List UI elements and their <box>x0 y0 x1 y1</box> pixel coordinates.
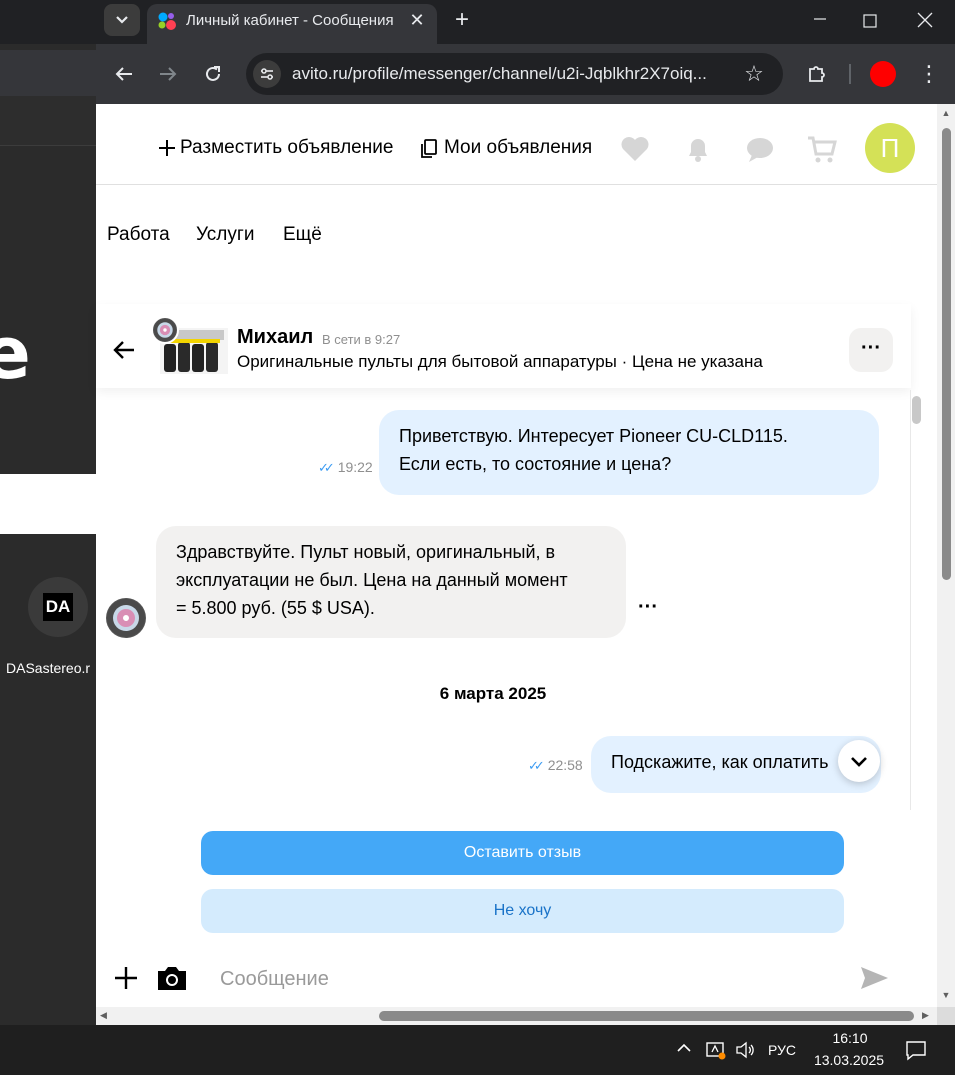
message-text-line: Приветствую. Интересует Pioneer CU-CLD11… <box>399 426 788 446</box>
chat-scrollbar[interactable] <box>912 396 921 424</box>
profile-avatar[interactable] <box>870 61 896 87</box>
category-more[interactable]: Ещё <box>283 224 322 246</box>
message-input[interactable] <box>210 958 840 1000</box>
copy-icon <box>421 139 437 158</box>
page-scrollbar-thumb[interactable] <box>942 128 951 580</box>
message-text-line: = 5.800 руб. (55 $ USA). <box>176 598 375 618</box>
clock-date[interactable]: 13.03.2025 <box>809 1052 889 1068</box>
read-checks-icon: ✓✓ <box>318 460 335 475</box>
chevron-up-icon[interactable] <box>674 1038 694 1058</box>
message-more-button[interactable]: ··· <box>638 596 658 619</box>
horizontal-scrollbar-thumb[interactable] <box>379 1011 914 1021</box>
category-services[interactable]: Услуги <box>196 224 254 246</box>
message-text-line: Здравствуйте. Пульт новый, оригинальный,… <box>176 542 556 562</box>
user-avatar[interactable]: П <box>865 123 915 173</box>
extensions-icon[interactable] <box>803 60 831 88</box>
background-window-toolbar <box>0 50 96 96</box>
menu-icon[interactable]: ⋮ <box>918 60 940 88</box>
item-title[interactable]: Оригинальные пульты для бытовой аппарату… <box>237 352 763 372</box>
bell-icon[interactable] <box>681 132 715 166</box>
chevron-down-icon <box>116 16 128 24</box>
header-divider <box>96 184 937 185</box>
forward-arrow-icon[interactable] <box>154 60 182 88</box>
chat-scroll-track <box>910 390 911 810</box>
site-info-icon[interactable] <box>253 60 281 88</box>
back-arrow-icon[interactable] <box>110 336 138 364</box>
desktop-band <box>0 0 96 44</box>
background-window-area <box>0 96 96 146</box>
language-indicator[interactable]: РУС <box>768 1042 796 1058</box>
minimize-icon[interactable] <box>800 8 840 32</box>
chat-more-button[interactable]: ··· <box>849 328 893 372</box>
post-ad-link[interactable]: Разместить объявление <box>180 137 393 159</box>
scrollbar-corner <box>937 1007 955 1025</box>
network-icon[interactable] <box>705 1040 727 1060</box>
scroll-right-icon[interactable]: ▶ <box>922 1010 934 1022</box>
seller-message-avatar[interactable] <box>106 598 146 638</box>
heart-icon[interactable] <box>618 132 652 166</box>
message-time: 22:58 <box>547 757 583 773</box>
volume-icon[interactable] <box>734 1040 756 1060</box>
send-icon[interactable] <box>858 964 890 992</box>
outgoing-message: Приветствую. Интересует Pioneer CU-CLD11… <box>379 410 879 495</box>
desktop-shortcut-label[interactable]: DASastereo.r <box>6 660 98 676</box>
desktop-background: e DA DASastereo.r <box>0 0 96 1025</box>
scroll-up-icon[interactable]: ▲ <box>940 108 952 120</box>
message-time: 19:22 <box>337 459 373 475</box>
star-icon[interactable]: ☆ <box>742 61 766 87</box>
message-timestamp: ✓✓ 22:58 <box>528 757 583 774</box>
category-work[interactable]: Работа <box>107 224 170 246</box>
camera-icon[interactable] <box>156 964 188 992</box>
message-text-line: Если есть, то состояние и цена? <box>399 454 672 474</box>
notification-icon[interactable] <box>904 1038 928 1062</box>
back-arrow-icon[interactable] <box>110 60 138 88</box>
decline-review-button[interactable]: Не хочу <box>201 889 844 933</box>
seller-name[interactable]: Михаил <box>237 326 313 349</box>
clock-time[interactable]: 16:10 <box>815 1030 885 1046</box>
seller-status: В сети в 9:27 <box>322 332 401 347</box>
tab-title: Личный кабинет - Сообщения <box>186 12 394 29</box>
message-timestamp: ✓✓ 19:22 <box>318 459 373 476</box>
scroll-down-icon[interactable]: ▼ <box>940 990 952 1002</box>
plus-icon <box>159 140 175 156</box>
message-text-line: эксплуатации не был. Цена на данный моме… <box>176 570 568 590</box>
tab-close-icon[interactable]: ✕ <box>406 9 428 31</box>
seller-avatar[interactable] <box>151 316 179 344</box>
chat-icon[interactable] <box>743 132 777 166</box>
dasastereo-logo: DA <box>43 593 73 621</box>
maximize-icon[interactable] <box>850 8 890 32</box>
background-window-letter: e <box>0 311 31 395</box>
incoming-message: Здравствуйте. Пульт новый, оригинальный,… <box>156 526 626 638</box>
background-window-panel <box>0 474 96 534</box>
chevron-down-icon <box>851 757 867 767</box>
reload-icon[interactable] <box>199 60 227 88</box>
avito-favicon-icon <box>158 12 176 30</box>
window-close-icon[interactable] <box>905 6 945 34</box>
scroll-left-icon[interactable]: ◀ <box>100 1010 112 1022</box>
scroll-to-bottom-button[interactable] <box>838 740 880 782</box>
date-separator: 6 марта 2025 <box>439 684 547 703</box>
cart-icon[interactable] <box>805 132 839 166</box>
tab-search-button[interactable] <box>104 4 140 36</box>
my-ads-link[interactable]: Мои объявления <box>444 137 592 159</box>
url-text[interactable]: avito.ru/profile/messenger/channel/u2i-J… <box>292 64 732 84</box>
read-checks-icon: ✓✓ <box>528 758 545 773</box>
new-tab-button[interactable]: + <box>450 7 474 33</box>
toolbar-separator <box>849 64 851 84</box>
leave-review-button[interactable]: Оставить отзыв <box>201 831 844 875</box>
plus-icon[interactable] <box>112 964 140 992</box>
